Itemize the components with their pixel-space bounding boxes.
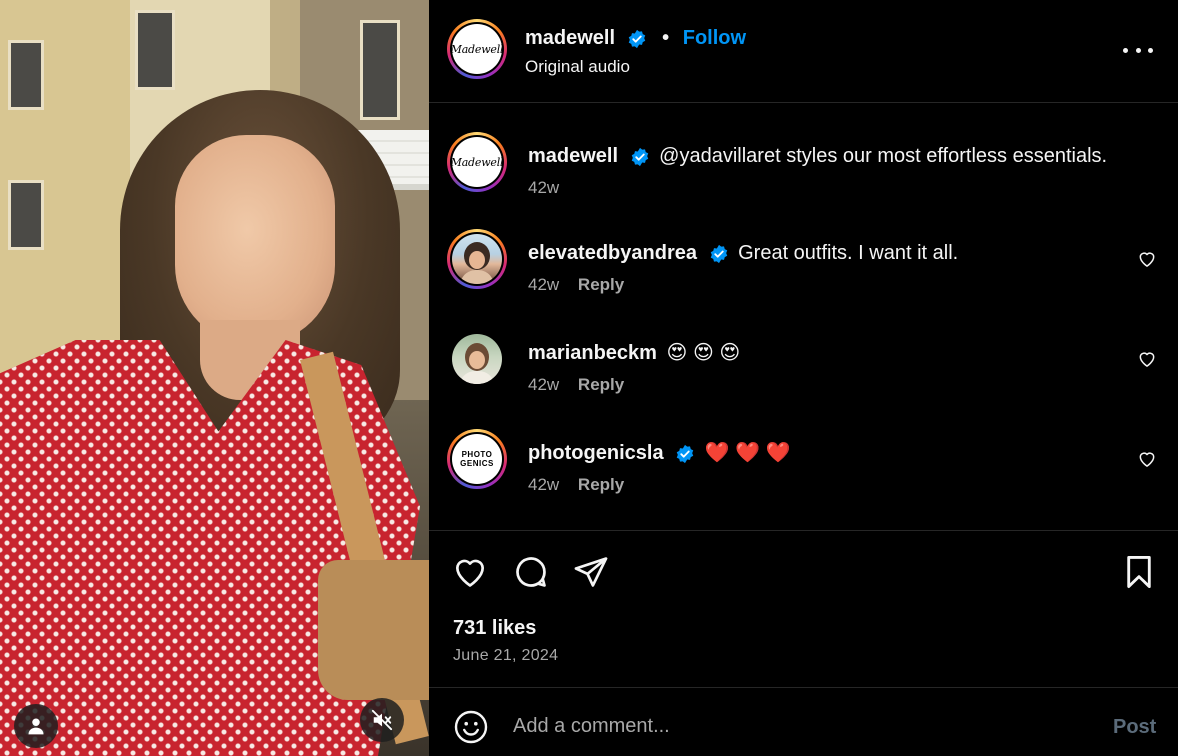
tan-bag bbox=[318, 560, 429, 700]
like-button[interactable] bbox=[451, 553, 489, 591]
comment-input[interactable] bbox=[513, 710, 1073, 742]
avatar-photo bbox=[460, 242, 494, 284]
comment-icon[interactable] bbox=[512, 553, 550, 591]
emoji-icon[interactable] bbox=[453, 709, 489, 745]
post-date: June 21, 2024 bbox=[453, 647, 559, 664]
comment-username[interactable]: elevatedbyandrea bbox=[528, 242, 697, 264]
post-header: Madewell madewell • Follow Original audi… bbox=[429, 0, 1178, 103]
caption-avatar[interactable]: Madewell bbox=[447, 132, 507, 192]
comment-text: 😍 😍 😍 bbox=[666, 342, 741, 364]
verified-icon bbox=[631, 147, 648, 166]
comment-text: ❤️ ❤️ ❤️ bbox=[704, 442, 791, 464]
building-window bbox=[360, 20, 400, 120]
caption-time: 42w bbox=[528, 178, 560, 197]
caption-text: @yadavillaret styles our most effortless… bbox=[659, 145, 1108, 167]
comment-composer: Post bbox=[429, 687, 1178, 756]
follow-button[interactable]: Follow bbox=[683, 27, 746, 49]
verified-icon bbox=[710, 244, 727, 263]
comment-avatar[interactable] bbox=[447, 229, 507, 289]
comment-username[interactable]: photogenicsla bbox=[528, 442, 664, 464]
mute-button[interactable] bbox=[360, 698, 404, 742]
madewell-logo: Madewell bbox=[452, 155, 502, 169]
post-media-video[interactable] bbox=[0, 0, 429, 756]
header-user-row: madewell • Follow bbox=[525, 27, 746, 50]
header-username[interactable]: madewell bbox=[525, 27, 615, 49]
audio-link[interactable]: Original audio bbox=[525, 57, 630, 77]
madewell-logo: Madewell bbox=[452, 42, 502, 56]
comment-username[interactable]: marianbeckm bbox=[528, 342, 657, 364]
reply-button[interactable]: Reply bbox=[578, 275, 624, 294]
post-actions: 731 likes June 21, 2024 bbox=[429, 530, 1178, 687]
verified-icon bbox=[676, 444, 694, 463]
comment-time: 42w bbox=[528, 375, 560, 394]
share-icon[interactable] bbox=[572, 553, 610, 591]
post-button[interactable]: Post bbox=[1113, 716, 1156, 739]
comment-avatar[interactable]: PHOTO GENICS bbox=[447, 429, 507, 489]
more-options-button[interactable] bbox=[1123, 40, 1153, 60]
more-icon bbox=[1123, 47, 1128, 53]
heart-icon[interactable] bbox=[1137, 249, 1157, 269]
comment-text: Great outfits. I want it all. bbox=[738, 242, 959, 264]
reply-button[interactable]: Reply bbox=[578, 375, 624, 394]
mute-icon bbox=[371, 709, 393, 731]
comments-list: Madewell madewell @yadavillaret styles o… bbox=[429, 104, 1178, 530]
post-details-panel: Madewell madewell • Follow Original audi… bbox=[429, 0, 1178, 756]
photogenics-logo: GENICS bbox=[460, 459, 494, 468]
building-window bbox=[8, 40, 44, 110]
comment-time: 42w bbox=[528, 475, 560, 494]
tagged-users-button[interactable] bbox=[14, 704, 58, 748]
verified-icon bbox=[628, 29, 645, 48]
avatar-photo bbox=[460, 343, 494, 384]
person-face bbox=[175, 135, 335, 345]
likes-count[interactable]: 731 likes bbox=[453, 617, 536, 640]
caption-username[interactable]: madewell bbox=[528, 145, 618, 167]
building-window bbox=[135, 10, 175, 90]
bookmark-icon[interactable] bbox=[1120, 553, 1158, 591]
building-window bbox=[8, 180, 44, 250]
heart-icon[interactable] bbox=[1137, 349, 1157, 369]
reply-button[interactable]: Reply bbox=[578, 475, 624, 494]
user-icon bbox=[28, 718, 44, 735]
profile-avatar[interactable]: Madewell bbox=[447, 19, 507, 79]
comment-time: 42w bbox=[528, 275, 560, 294]
separator-dot: • bbox=[662, 27, 670, 49]
photogenics-logo: PHOTO bbox=[461, 450, 493, 459]
heart-icon[interactable] bbox=[1137, 449, 1157, 469]
comment-avatar[interactable] bbox=[452, 334, 502, 384]
